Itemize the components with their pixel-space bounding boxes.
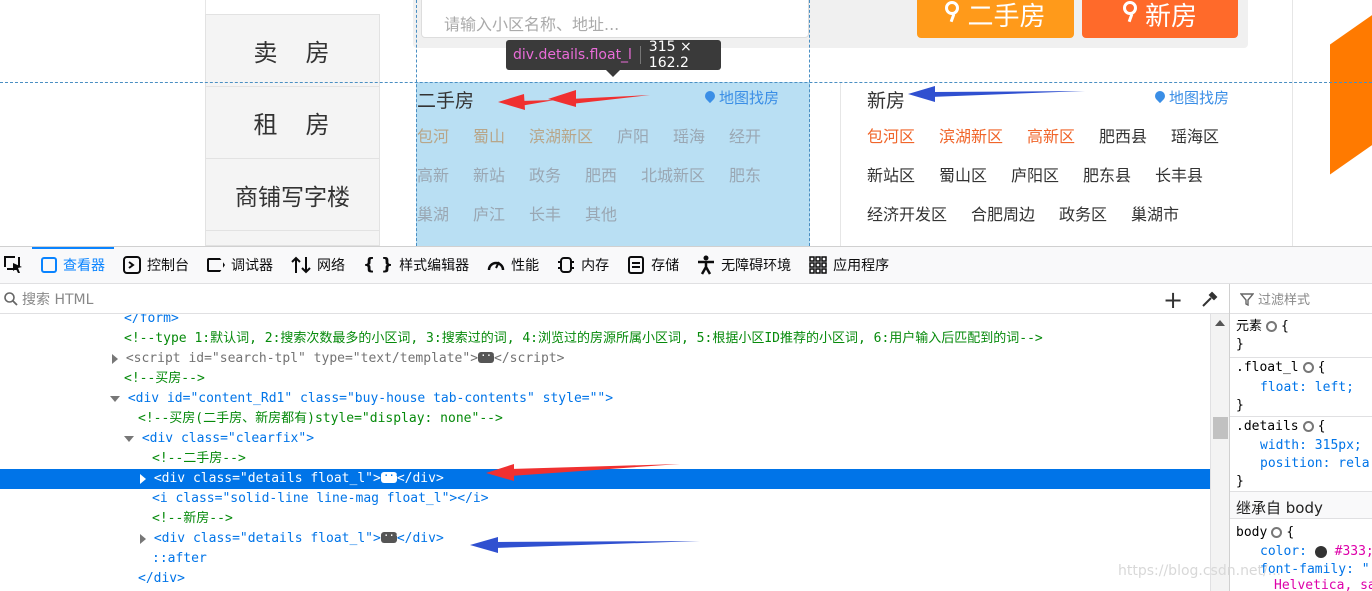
filter-icon [1240,292,1254,306]
annotation-arrows [498,86,1085,110]
inherited-header: 继承自 body [1230,491,1372,519]
rule-declaration[interactable]: position: rela [1260,455,1370,473]
filter-input[interactable]: 过滤样式 [1258,289,1310,308]
rule-declaration-cont: Helvetica, sa [1274,578,1372,591]
color-swatch[interactable] [1314,545,1327,558]
gear-icon[interactable] [1271,527,1283,538]
rule-close: } [1236,474,1244,489]
rule-close: } [1236,398,1244,413]
style-filter[interactable]: 过滤样式 [1230,284,1372,314]
rule-element-label: 元素 [1236,319,1263,334]
webpage-preview: 卖 房 租 房 商铺写字楼 请输入小区名称、地址... 二手房 新房 二手房 地… [0,0,1372,246]
scroll-thumb[interactable] [1213,417,1228,439]
scroll-up-icon[interactable] [1215,320,1225,326]
rule-declaration[interactable]: color: #333; [1260,543,1372,561]
annotation-arrows [470,464,700,553]
gear-icon[interactable] [1302,362,1314,373]
gear-icon[interactable] [1302,421,1314,432]
rule-selector[interactable]: .details [1236,419,1299,434]
rules-panel: 过滤样式 元素{ } .float_l{ float: left; } .det… [1229,284,1372,591]
rule-declaration[interactable]: width: 315px; [1260,437,1362,455]
rule-declaration[interactable]: float: left; [1260,379,1354,397]
rule-selector[interactable]: body [1236,525,1267,540]
screenshot-root: { "page": { "left_nav": ["卖 房", "租 房", "… [0,0,1372,591]
rule-selector[interactable]: .float_l [1236,360,1299,375]
markup-scrollbar[interactable] [1210,314,1229,591]
rule-close: } [1236,337,1244,352]
devtools-panel: 查看器 控制台 调试器 网络 { } 样式编辑器 性能 内存 存储 无障碍环境 应… [0,246,1372,591]
gear-icon[interactable] [1266,321,1278,332]
watermark: https://blog.csdn.net/... [1118,563,1282,579]
